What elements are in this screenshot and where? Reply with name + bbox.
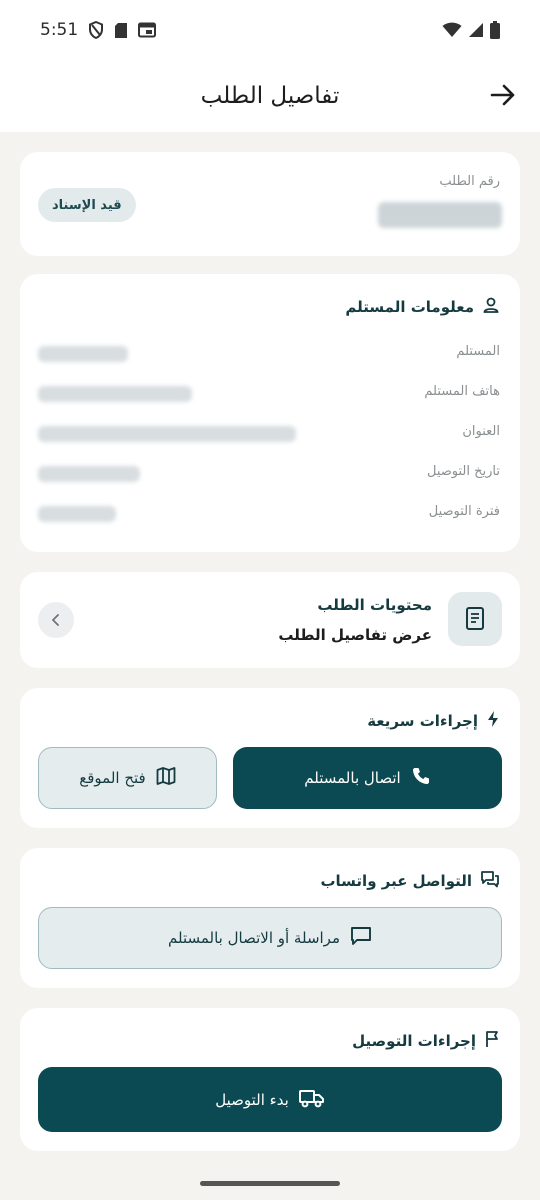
- user-icon: [482, 296, 500, 318]
- receipt-icon: [448, 592, 502, 646]
- recipient-section-title: معلومات المستلم: [345, 298, 474, 316]
- recipient-row: هاتف المستلم: [38, 382, 500, 404]
- order-contents-subtitle: عرض تفاصيل الطلب: [278, 626, 432, 644]
- recipient-row: فترة التوصيل: [38, 502, 500, 524]
- delivery-actions-header: إجراءات التوصيل: [352, 1030, 500, 1052]
- recipient-row: المستلم: [38, 342, 500, 364]
- order-number-value: [378, 202, 502, 228]
- recipient-row: العنوان: [38, 422, 500, 444]
- quick-actions-header: إجراءات سريعة: [367, 710, 500, 732]
- recipient-card: معلومات المستلم المستلم هاتف المستلم الع…: [20, 274, 520, 552]
- order-contents-title: محتويات الطلب: [317, 596, 432, 614]
- arrow-right-icon[interactable]: [488, 80, 518, 110]
- recipient-row: تاريخ التوصيل: [38, 462, 500, 484]
- open-location-label: فتح الموقع: [79, 769, 146, 787]
- delivery-date-value: [38, 466, 140, 482]
- call-recipient-button[interactable]: اتصال بالمستلم: [233, 747, 502, 809]
- order-card: رقم الطلب قيد الإسناد: [20, 152, 520, 256]
- phone-icon: [411, 766, 431, 790]
- recipient-address-label: العنوان: [462, 424, 500, 439]
- call-recipient-label: اتصال بالمستلم: [304, 769, 401, 787]
- page-title: تفاصيل الطلب: [200, 83, 340, 109]
- recipient-name-value: [38, 346, 128, 362]
- lightning-icon: [486, 710, 500, 732]
- delivery-slot-label: فترة التوصيل: [428, 504, 500, 519]
- quick-actions-title: إجراءات سريعة: [367, 712, 478, 730]
- delivery-date-label: تاريخ التوصيل: [426, 464, 500, 479]
- whatsapp-title: التواصل عبر واتساب: [320, 872, 472, 890]
- whatsapp-header: التواصل عبر واتساب: [320, 870, 500, 892]
- status-left: 5:51: [40, 20, 157, 40]
- calendar-icon: [138, 22, 157, 38]
- recipient-name-label: المستلم: [456, 344, 500, 359]
- home-indicator[interactable]: [200, 1181, 340, 1186]
- signal-icon: [468, 22, 484, 38]
- wifi-icon: [442, 22, 462, 38]
- status-time: 5:51: [40, 20, 79, 40]
- chevron-left-icon[interactable]: [38, 602, 74, 638]
- truck-icon: [298, 1088, 325, 1112]
- recipient-phone-label: هاتف المستلم: [424, 384, 500, 399]
- message-icon: [350, 926, 372, 950]
- flag-icon: [484, 1030, 500, 1052]
- map-icon: [156, 766, 176, 790]
- sd-card-icon: [114, 22, 128, 39]
- status-badge: قيد الإسناد: [38, 188, 136, 222]
- status-bar: 5:51: [0, 0, 540, 60]
- whatsapp-card: التواصل عبر واتساب مراسلة أو الاتصال بال…: [20, 848, 520, 988]
- whatsapp-message-button[interactable]: مراسلة أو الاتصال بالمستلم: [38, 907, 502, 969]
- order-number-label: رقم الطلب: [439, 174, 500, 189]
- recipient-section-header: معلومات المستلم: [345, 296, 500, 318]
- open-location-button[interactable]: فتح الموقع: [38, 747, 217, 809]
- delivery-actions-title: إجراءات التوصيل: [352, 1032, 476, 1050]
- status-right: [442, 21, 500, 39]
- delivery-slot-value: [38, 506, 116, 522]
- quick-actions-card: إجراءات سريعة اتصال بالمستلم فتح الموقع: [20, 688, 520, 828]
- recipient-address-value: [38, 426, 296, 442]
- chat-icon: [480, 870, 500, 892]
- recipient-phone-value: [38, 386, 192, 402]
- shield-icon: [88, 21, 104, 39]
- start-delivery-label: بدء التوصيل: [215, 1090, 289, 1109]
- battery-icon: [490, 21, 500, 39]
- order-contents-card[interactable]: محتويات الطلب عرض تفاصيل الطلب: [20, 572, 520, 668]
- whatsapp-button-label: مراسلة أو الاتصال بالمستلم: [168, 929, 340, 947]
- start-delivery-button[interactable]: بدء التوصيل: [38, 1067, 502, 1132]
- delivery-actions-card: إجراءات التوصيل بدء التوصيل: [20, 1008, 520, 1151]
- app-bar: تفاصيل الطلب: [0, 60, 540, 132]
